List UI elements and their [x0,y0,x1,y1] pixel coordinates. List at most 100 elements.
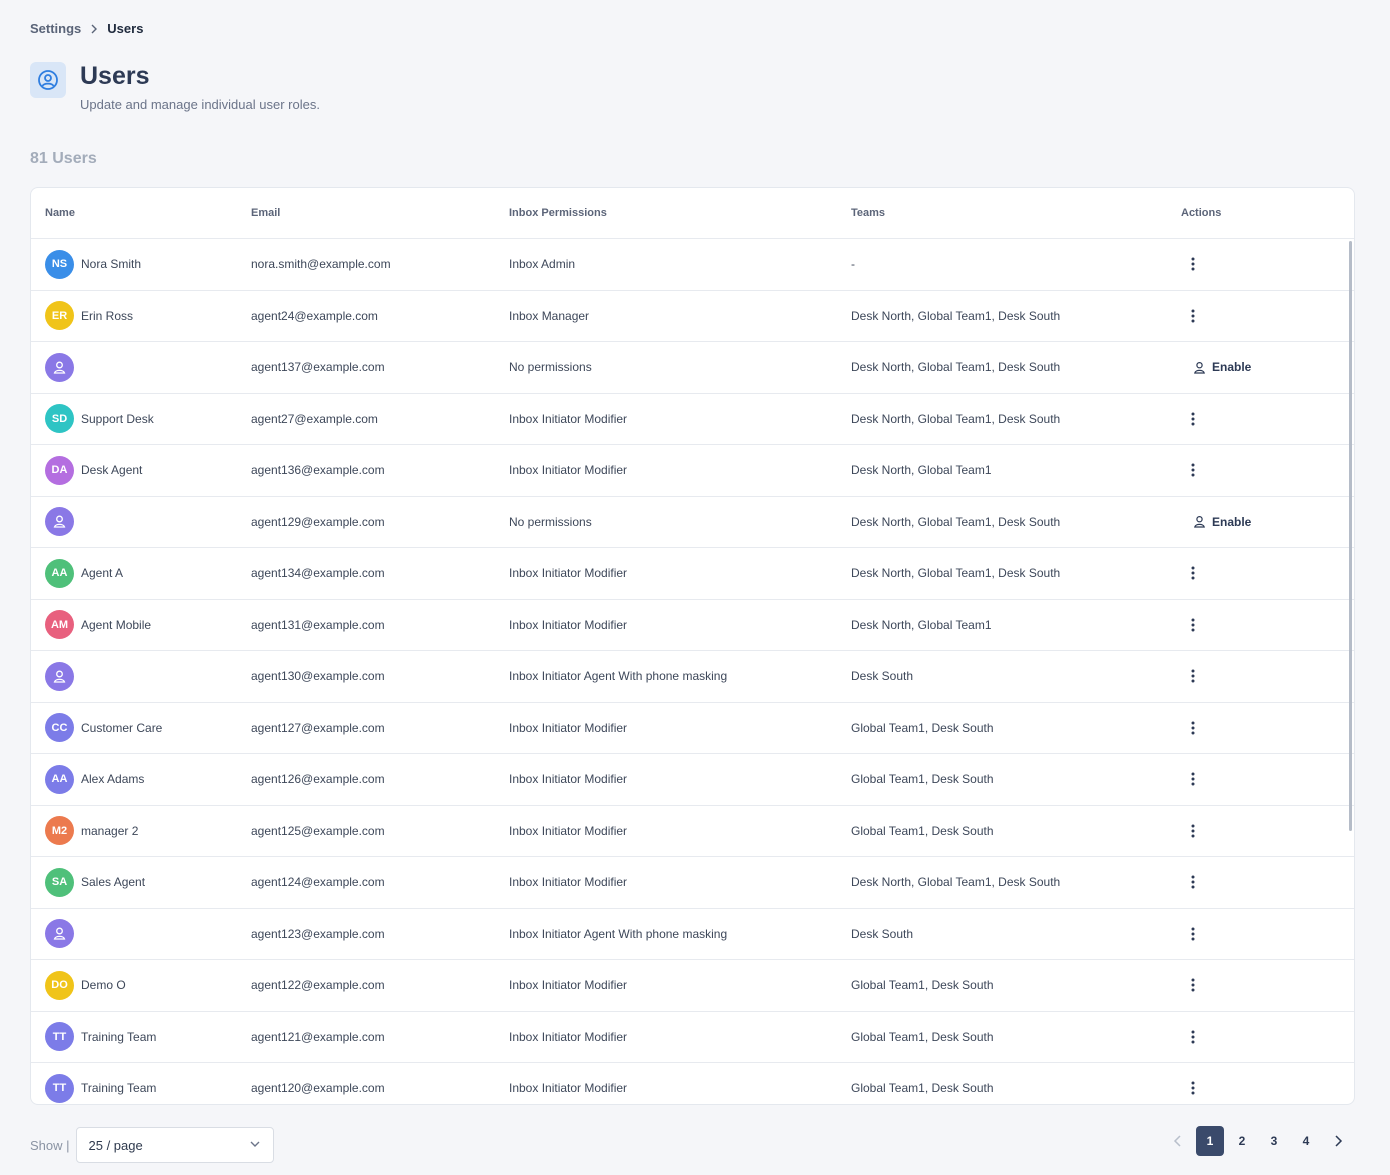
avatar: AA [45,764,74,794]
pagination: 1234 [1164,1126,1352,1156]
cell-teams: Global Team1, Desk South [851,823,994,838]
cell-name [31,919,251,949]
cell-permission: No permissions [509,514,592,529]
cell-teams: Desk North, Global Team1 [851,463,992,478]
avatar-initials: TT [52,1082,67,1095]
cell-actions [1181,824,1341,838]
more-options-icon[interactable] [1191,875,1195,889]
cell-actions [1181,927,1341,941]
table-row[interactable]: agent129@example.com No permissions Desk… [31,497,1354,548]
enable-button[interactable]: Enable [1193,515,1251,529]
avatar-initials: ER [51,309,68,322]
more-options-icon[interactable] [1191,618,1195,632]
more-options-icon[interactable] [1191,824,1195,838]
table-row[interactable]: DA Desk Agent agent136@example.com Inbox… [31,445,1354,497]
avatar: NS [45,249,74,279]
cell-email: agent122@example.com [251,978,385,993]
table-row[interactable]: TT Training Team agent120@example.com In… [31,1063,1354,1104]
user-name: Customer Care [81,720,163,735]
user-circle-icon [30,62,66,98]
table-row[interactable]: agent123@example.com Inbox Initiator Age… [31,909,1354,960]
table-row[interactable]: AA Alex Adams agent126@example.com Inbox… [31,754,1354,806]
page-size-value: 25 / page [88,1137,143,1153]
more-options-icon[interactable] [1191,721,1195,735]
more-options-icon[interactable] [1191,669,1195,683]
cell-permission: Inbox Initiator Agent With phone masking [509,669,728,684]
page-header: Users Update and manage individual user … [30,62,320,112]
page-button-3[interactable]: 3 [1260,1126,1288,1156]
cell-teams: Desk South [851,669,914,684]
cell-permission: Inbox Initiator Modifier [509,463,628,478]
cell-email: nora.smith@example.com [251,257,391,272]
table-row[interactable]: NS Nora Smith nora.smith@example.com Inb… [31,239,1354,291]
more-options-icon[interactable] [1191,1030,1195,1044]
cell-actions: Enable [1181,515,1341,529]
table-row[interactable]: AA Agent A agent134@example.com Inbox In… [31,548,1354,600]
cell-permission: Inbox Initiator Modifier [509,411,628,426]
cell-teams: Desk North, Global Team1, Desk South [851,308,1061,323]
avatar: TT [45,1022,74,1052]
table-row[interactable]: SA Sales Agent agent124@example.com Inbo… [31,857,1354,909]
cell-permission: Inbox Initiator Agent With phone masking [509,926,728,941]
enable-label: Enable [1212,514,1252,529]
chevron-right-icon [89,24,99,34]
page-button-1[interactable]: 1 [1196,1126,1224,1156]
page-button-2[interactable]: 2 [1228,1126,1256,1156]
user-name: Training Team [81,1081,157,1096]
cell-email: agent125@example.com [251,823,385,838]
table-row[interactable]: SD Support Desk agent27@example.com Inbo… [31,394,1354,445]
cell-permission: Inbox Initiator Modifier [509,566,628,581]
avatar: DO [45,970,74,1000]
table-row[interactable]: AM Agent Mobile agent131@example.com Inb… [31,600,1354,651]
cell-actions [1181,309,1341,323]
table-row[interactable]: M2 manager 2 agent125@example.com Inbox … [31,806,1354,857]
enable-button[interactable]: Enable [1193,360,1251,374]
table-row[interactable]: agent137@example.com No permissions Desk… [31,342,1354,394]
user-name: Demo O [81,978,126,993]
page-size-select[interactable]: 25 / page [75,1127,274,1163]
table-row[interactable]: DO Demo O agent122@example.com Inbox Ini… [31,960,1354,1012]
page-size-control: Show | 25 / page [30,1127,274,1163]
table-row[interactable]: CC Customer Care agent127@example.com In… [31,703,1354,754]
cell-teams: - [851,257,855,272]
cell-actions [1181,412,1341,426]
more-options-icon[interactable] [1191,566,1195,580]
more-options-icon[interactable] [1191,257,1195,271]
table-row[interactable]: agent130@example.com Inbox Initiator Age… [31,651,1354,703]
table-row[interactable]: TT Training Team agent121@example.com In… [31,1012,1354,1063]
avatar-initials: AM [50,618,69,631]
user-placeholder-icon [52,926,67,941]
avatar-initials: CC [51,721,68,734]
cell-name [31,507,251,537]
next-page-icon[interactable] [1324,1126,1352,1156]
page-button-4[interactable]: 4 [1292,1126,1320,1156]
cell-teams: Desk North, Global Team1, Desk South [851,875,1061,890]
cell-teams: Desk North, Global Team1, Desk South [851,566,1061,581]
more-options-icon[interactable] [1191,772,1195,786]
cell-name: DA Desk Agent [31,455,251,485]
cell-teams: Desk South [851,926,914,941]
cell-email: agent27@example.com [251,411,378,426]
table-row[interactable]: ER Erin Ross agent24@example.com Inbox M… [31,291,1354,342]
more-options-icon[interactable] [1191,309,1195,323]
cell-name: TT Training Team [31,1073,251,1103]
page-subtitle: Update and manage individual user roles. [80,97,320,112]
cell-teams: Global Team1, Desk South [851,720,994,735]
cell-permission: Inbox Initiator Modifier [509,772,628,787]
more-options-icon[interactable] [1191,463,1195,477]
more-options-icon[interactable] [1191,412,1195,426]
more-options-icon[interactable] [1191,1081,1195,1095]
user-placeholder-icon [52,669,67,684]
table-body: NS Nora Smith nora.smith@example.com Inb… [31,239,1354,1104]
breadcrumb-settings-link[interactable]: Settings [30,21,81,36]
cell-actions [1181,772,1341,786]
cell-name: AM Agent Mobile [31,610,251,640]
prev-page-icon[interactable] [1164,1126,1192,1156]
table-scrollbar[interactable] [1349,241,1352,831]
cell-email: agent24@example.com [251,308,378,323]
user-placeholder-icon [52,360,67,375]
more-options-icon[interactable] [1191,978,1195,992]
more-options-icon[interactable] [1191,927,1195,941]
cell-actions [1181,463,1341,477]
avatar-initials: M2 [51,824,68,837]
